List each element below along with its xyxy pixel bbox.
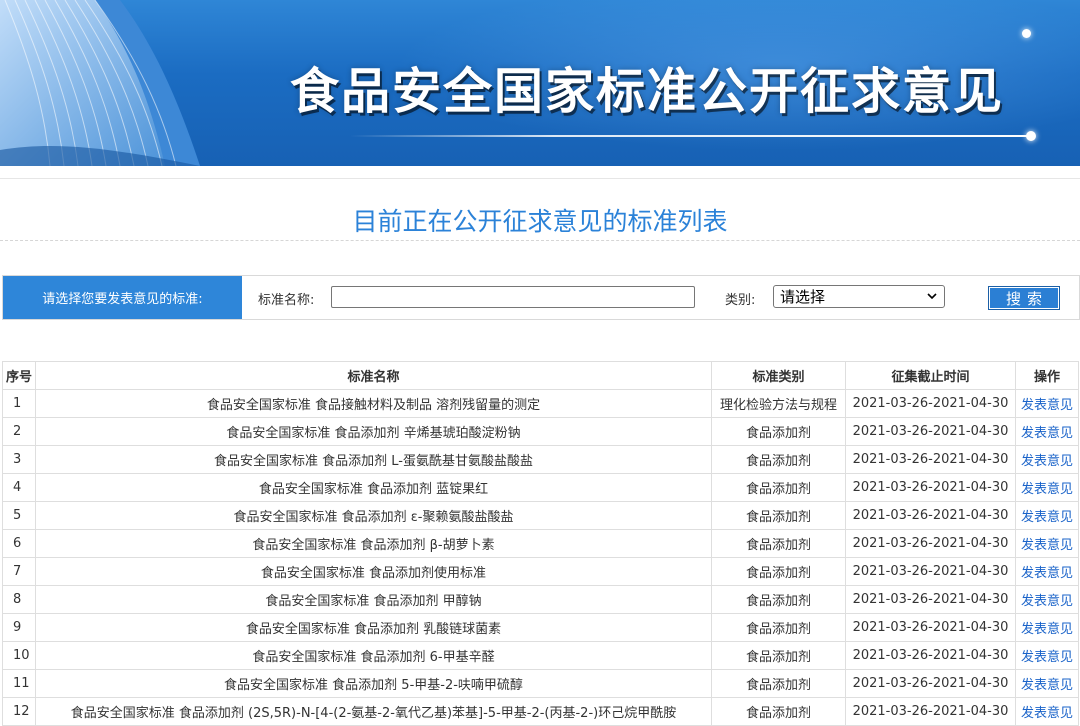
banner-title: 食品安全国家标准公开征求意见 <box>290 63 1005 120</box>
row-number: 6 <box>2 529 36 558</box>
table-row: 3 食品安全国家标准 食品添加剂 L-蛋氨酰基甘氨酸盐酸盐 食品添加剂 2021-03… <box>2 445 1079 474</box>
deadline: 2021-03-26-2021-04-30 <box>845 501 1016 530</box>
standard-name: 食品安全国家标准 食品添加剂 甲醇钠 <box>35 585 712 614</box>
standard-category: 食品添加剂 <box>711 417 846 446</box>
deadline: 2021-03-26-2021-04-30 <box>845 669 1016 698</box>
comment-link[interactable]: 发表意见 <box>1015 529 1079 558</box>
header-name: 标准名称 <box>35 361 712 390</box>
standard-name-input[interactable] <box>331 286 695 308</box>
table-row: 5 食品安全国家标准 食品添加剂 ε-聚赖氨酸盐酸盐 食品添加剂 2021-03-26… <box>2 501 1079 530</box>
standard-category: 食品添加剂 <box>711 473 846 502</box>
standard-name: 食品安全国家标准 食品添加剂 L-蛋氨酰基甘氨酸盐酸盐 <box>35 445 712 474</box>
table-row: 4 食品安全国家标准 食品添加剂 蓝锭果红 食品添加剂 2021-03-26-2021… <box>2 473 1079 502</box>
row-number: 8 <box>2 585 36 614</box>
row-number: 9 <box>2 613 36 642</box>
table-row: 9 食品安全国家标准 食品添加剂 乳酸链球菌素 食品添加剂 2021-03-26-20… <box>2 613 1079 642</box>
comment-link[interactable]: 发表意见 <box>1015 613 1079 642</box>
standard-name: 食品安全国家标准 食品添加剂 乳酸链球菌素 <box>35 613 712 642</box>
banner-sparkle <box>1022 29 1031 38</box>
table-body: 1 食品安全国家标准 食品接触材料及制品 溶剂残留量的测定 理化检验方法与规程 202… <box>2 389 1079 726</box>
standard-name: 食品安全国家标准 食品添加剂使用标准 <box>35 557 712 586</box>
deadline: 2021-03-26-2021-04-30 <box>845 613 1016 642</box>
standard-category: 食品添加剂 <box>711 669 846 698</box>
standard-name: 食品安全国家标准 食品接触材料及制品 溶剂残留量的测定 <box>35 389 712 418</box>
row-number: 3 <box>2 445 36 474</box>
standard-category: 食品添加剂 <box>711 585 846 614</box>
standard-category: 食品添加剂 <box>711 501 846 530</box>
standard-category: 食品添加剂 <box>711 529 846 558</box>
table-row: 11 食品安全国家标准 食品添加剂 5-甲基-2-呋喃甲硫醇 食品添加剂 2021-0… <box>2 669 1079 698</box>
header-category: 标准类别 <box>711 361 846 390</box>
deadline: 2021-03-26-2021-04-30 <box>845 585 1016 614</box>
deadline: 2021-03-26-2021-04-30 <box>845 389 1016 418</box>
table-row: 1 食品安全国家标准 食品接触材料及制品 溶剂残留量的测定 理化检验方法与规程 202… <box>2 389 1079 418</box>
search-prompt-label: 请选择您要发表意见的标准: <box>3 276 242 319</box>
deadline: 2021-03-26-2021-04-30 <box>845 641 1016 670</box>
search-bar: 请选择您要发表意见的标准: 标准名称: 类别: 请选择 搜索 <box>2 275 1080 320</box>
row-number: 10 <box>2 641 36 670</box>
standard-category: 食品添加剂 <box>711 641 846 670</box>
standard-name: 食品安全国家标准 食品添加剂 蓝锭果红 <box>35 473 712 502</box>
page-title: 目前正在公开征求意见的标准列表 <box>352 207 728 236</box>
deadline: 2021-03-26-2021-04-30 <box>845 557 1016 586</box>
comment-link[interactable]: 发表意见 <box>1015 389 1079 418</box>
deadline: 2021-03-26-2021-04-30 <box>845 697 1016 726</box>
standard-name: 食品安全国家标准 食品添加剂 5-甲基-2-呋喃甲硫醇 <box>35 669 712 698</box>
header-action: 操作 <box>1015 361 1079 390</box>
table-row: 8 食品安全国家标准 食品添加剂 甲醇钠 食品添加剂 2021-03-26-2021-… <box>2 585 1079 614</box>
table-row: 2 食品安全国家标准 食品添加剂 辛烯基琥珀酸淀粉钠 食品添加剂 2021-03-26… <box>2 417 1079 446</box>
standard-name: 食品安全国家标准 食品添加剂 6-甲基辛醛 <box>35 641 712 670</box>
row-number: 11 <box>2 669 36 698</box>
row-number: 1 <box>2 389 36 418</box>
standard-name: 食品安全国家标准 食品添加剂 β-胡萝卜素 <box>35 529 712 558</box>
standard-name-label: 标准名称: <box>258 293 315 308</box>
book-pages-graphic <box>0 0 200 166</box>
standard-name: 食品安全国家标准 食品添加剂 ε-聚赖氨酸盐酸盐 <box>35 501 712 530</box>
row-number: 5 <box>2 501 36 530</box>
category-select-value: 请选择 <box>780 288 826 306</box>
row-number: 12 <box>2 697 36 726</box>
row-number: 7 <box>2 557 36 586</box>
standard-category: 食品添加剂 <box>711 445 846 474</box>
standard-name: 食品安全国家标准 食品添加剂 (2S,5R)-N-[4-(2-氨基-2-氧代乙基… <box>35 697 712 726</box>
comment-link[interactable]: 发表意见 <box>1015 697 1079 726</box>
deadline: 2021-03-26-2021-04-30 <box>845 529 1016 558</box>
comment-link[interactable]: 发表意见 <box>1015 585 1079 614</box>
deadline: 2021-03-26-2021-04-30 <box>845 445 1016 474</box>
table-header-row: 序号 标准名称 标准类别 征集截止时间 操作 <box>2 361 1079 390</box>
comment-link[interactable]: 发表意见 <box>1015 557 1079 586</box>
standards-table: 序号 标准名称 标准类别 征集截止时间 操作 1 食品安全国家标准 食品接触材料及… <box>2 361 1079 726</box>
deadline: 2021-03-26-2021-04-30 <box>845 417 1016 446</box>
comment-link[interactable]: 发表意见 <box>1015 669 1079 698</box>
deadline: 2021-03-26-2021-04-30 <box>845 473 1016 502</box>
comment-link[interactable]: 发表意见 <box>1015 641 1079 670</box>
standard-category: 食品添加剂 <box>711 557 846 586</box>
header-deadline: 征集截止时间 <box>845 361 1016 390</box>
standard-category: 食品添加剂 <box>711 613 846 642</box>
category-select[interactable]: 请选择 <box>773 285 945 308</box>
comment-link[interactable]: 发表意见 <box>1015 445 1079 474</box>
comment-link[interactable]: 发表意见 <box>1015 417 1079 446</box>
search-button[interactable]: 搜索 <box>988 286 1060 310</box>
row-number: 2 <box>2 417 36 446</box>
table-row: 7 食品安全国家标准 食品添加剂使用标准 食品添加剂 2021-03-26-2021-… <box>2 557 1079 586</box>
standard-name: 食品安全国家标准 食品添加剂 辛烯基琥珀酸淀粉钠 <box>35 417 712 446</box>
table-row: 10 食品安全国家标准 食品添加剂 6-甲基辛醛 食品添加剂 2021-03-26-2… <box>2 641 1079 670</box>
dashed-divider <box>0 240 1080 241</box>
row-number: 4 <box>2 473 36 502</box>
comment-link[interactable]: 发表意见 <box>1015 473 1079 502</box>
table-row: 6 食品安全国家标准 食品添加剂 β-胡萝卜素 食品添加剂 2021-03-26-20… <box>2 529 1079 558</box>
table-row: 12 食品安全国家标准 食品添加剂 (2S,5R)-N-[4-(2-氨基-2-氧代… <box>2 697 1079 726</box>
header-no: 序号 <box>2 361 36 390</box>
header-banner: 食品安全国家标准公开征求意见 <box>0 0 1080 166</box>
banner-sparkle-dot <box>1026 131 1036 141</box>
banner-divider-line <box>350 135 1030 137</box>
standard-category: 理化检验方法与规程 <box>711 389 846 418</box>
standard-category: 食品添加剂 <box>711 697 846 726</box>
top-divider <box>0 178 1080 179</box>
comment-link[interactable]: 发表意见 <box>1015 501 1079 530</box>
chevron-down-icon <box>927 293 937 300</box>
category-label: 类别: <box>725 293 756 308</box>
